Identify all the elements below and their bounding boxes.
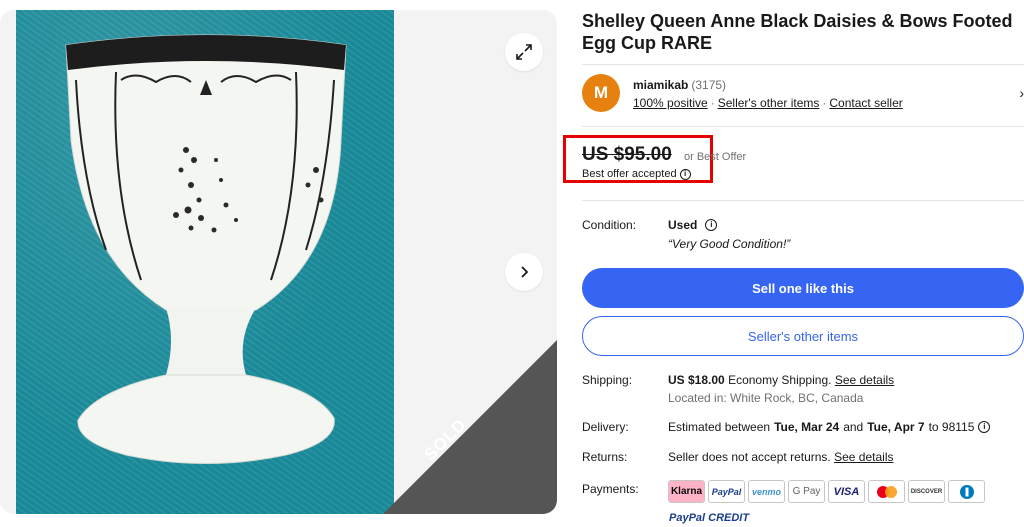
delivery-label: Delivery:	[582, 420, 629, 434]
info-icon[interactable]: i	[679, 168, 691, 180]
google-pay-icon: G Pay	[788, 480, 825, 503]
contact-seller-link[interactable]: Contact seller	[829, 96, 902, 110]
seller-name-line: miamikab (3175)	[633, 78, 726, 92]
payments-label: Payments:	[582, 482, 639, 496]
mastercard-circles	[876, 485, 897, 498]
product-photo[interactable]	[16, 10, 394, 514]
shipping-value: US $18.00 Economy Shipping. See details	[668, 373, 894, 387]
seller-name[interactable]: miamikab	[633, 78, 688, 92]
sold-label: SOLD	[420, 414, 471, 465]
seller-card: M miamikab (3175) 100% positive · Seller's …	[582, 74, 1024, 114]
condition-value: Used i	[668, 218, 718, 232]
best-offer-accepted: Best offer accepted i	[582, 168, 691, 180]
visa-icon: VISA	[828, 480, 865, 503]
best-offer-label: or Best Offer	[684, 151, 747, 163]
seller-avatar[interactable]: M	[582, 74, 620, 112]
info-icon[interactable]: i	[978, 421, 991, 433]
returns-value: Seller does not accept returns. See deta…	[668, 450, 894, 464]
shipping-method: Economy Shipping.	[728, 373, 832, 387]
expand-icon	[516, 44, 532, 60]
discover-icon: DISCOVER	[908, 480, 945, 503]
divider	[582, 200, 1024, 201]
mastercard-icon	[868, 480, 905, 503]
seller-links: 100% positive · Seller's other items · Conta…	[633, 96, 903, 110]
condition-text: Used	[668, 218, 698, 232]
paypal-icon: PayPal	[708, 480, 745, 503]
egg-cup-illustration	[65, 34, 347, 464]
delivery-zip: to 98115	[928, 420, 975, 434]
seller-other-items-link[interactable]: Seller's other items	[718, 96, 820, 110]
info-icon[interactable]: i	[705, 219, 718, 231]
returns-label: Returns:	[582, 450, 628, 464]
divider	[582, 126, 1024, 127]
condition-note: “Very Good Condition!”	[668, 237, 791, 251]
seller-feedback-count: (3175)	[691, 78, 727, 92]
delivery-value: Estimated between Tue, Mar 24 and Tue, A…	[668, 420, 991, 434]
shipping-label: Shipping:	[582, 373, 633, 387]
sell-one-like-this-button[interactable]: Sell one like this	[582, 268, 1024, 308]
next-image-button[interactable]	[505, 253, 543, 291]
item-location: Located in: White Rock, BC, Canada	[668, 391, 864, 405]
divider	[582, 64, 1024, 65]
shipping-see-details-link[interactable]: See details	[835, 373, 894, 387]
chevron-right-icon	[521, 266, 529, 278]
diners-club-icon	[948, 480, 985, 503]
delivery-end: Tue, Apr 7	[867, 420, 925, 434]
price: US $95.00	[582, 144, 672, 165]
klarna-icon: Klarna	[668, 480, 705, 503]
listing-title: Shelley Queen Anne Black Daisies & Bows …	[582, 11, 1013, 53]
payment-methods: Klarna PayPal venmo G Pay VISA DISCOVER	[668, 480, 985, 503]
diners-club-circle	[959, 484, 974, 499]
image-gallery: SOLD	[0, 10, 557, 514]
venmo-icon: venmo	[748, 480, 785, 503]
paypal-credit-logo: PayPal CREDIT	[669, 512, 750, 524]
condition-label: Condition:	[582, 218, 637, 232]
expand-image-button[interactable]	[505, 33, 543, 71]
seller-positive-link[interactable]: 100% positive	[633, 96, 708, 110]
returns-see-details-link[interactable]: See details	[834, 450, 893, 464]
delivery-start: Tue, Mar 24	[774, 420, 840, 434]
shipping-amount: US $18.00	[668, 373, 725, 387]
best-offer-accepted-text: Best offer accepted	[582, 168, 677, 180]
seller-chevron-icon[interactable]: ›	[1019, 85, 1024, 101]
sellers-other-items-button[interactable]: Seller's other items	[582, 316, 1024, 356]
